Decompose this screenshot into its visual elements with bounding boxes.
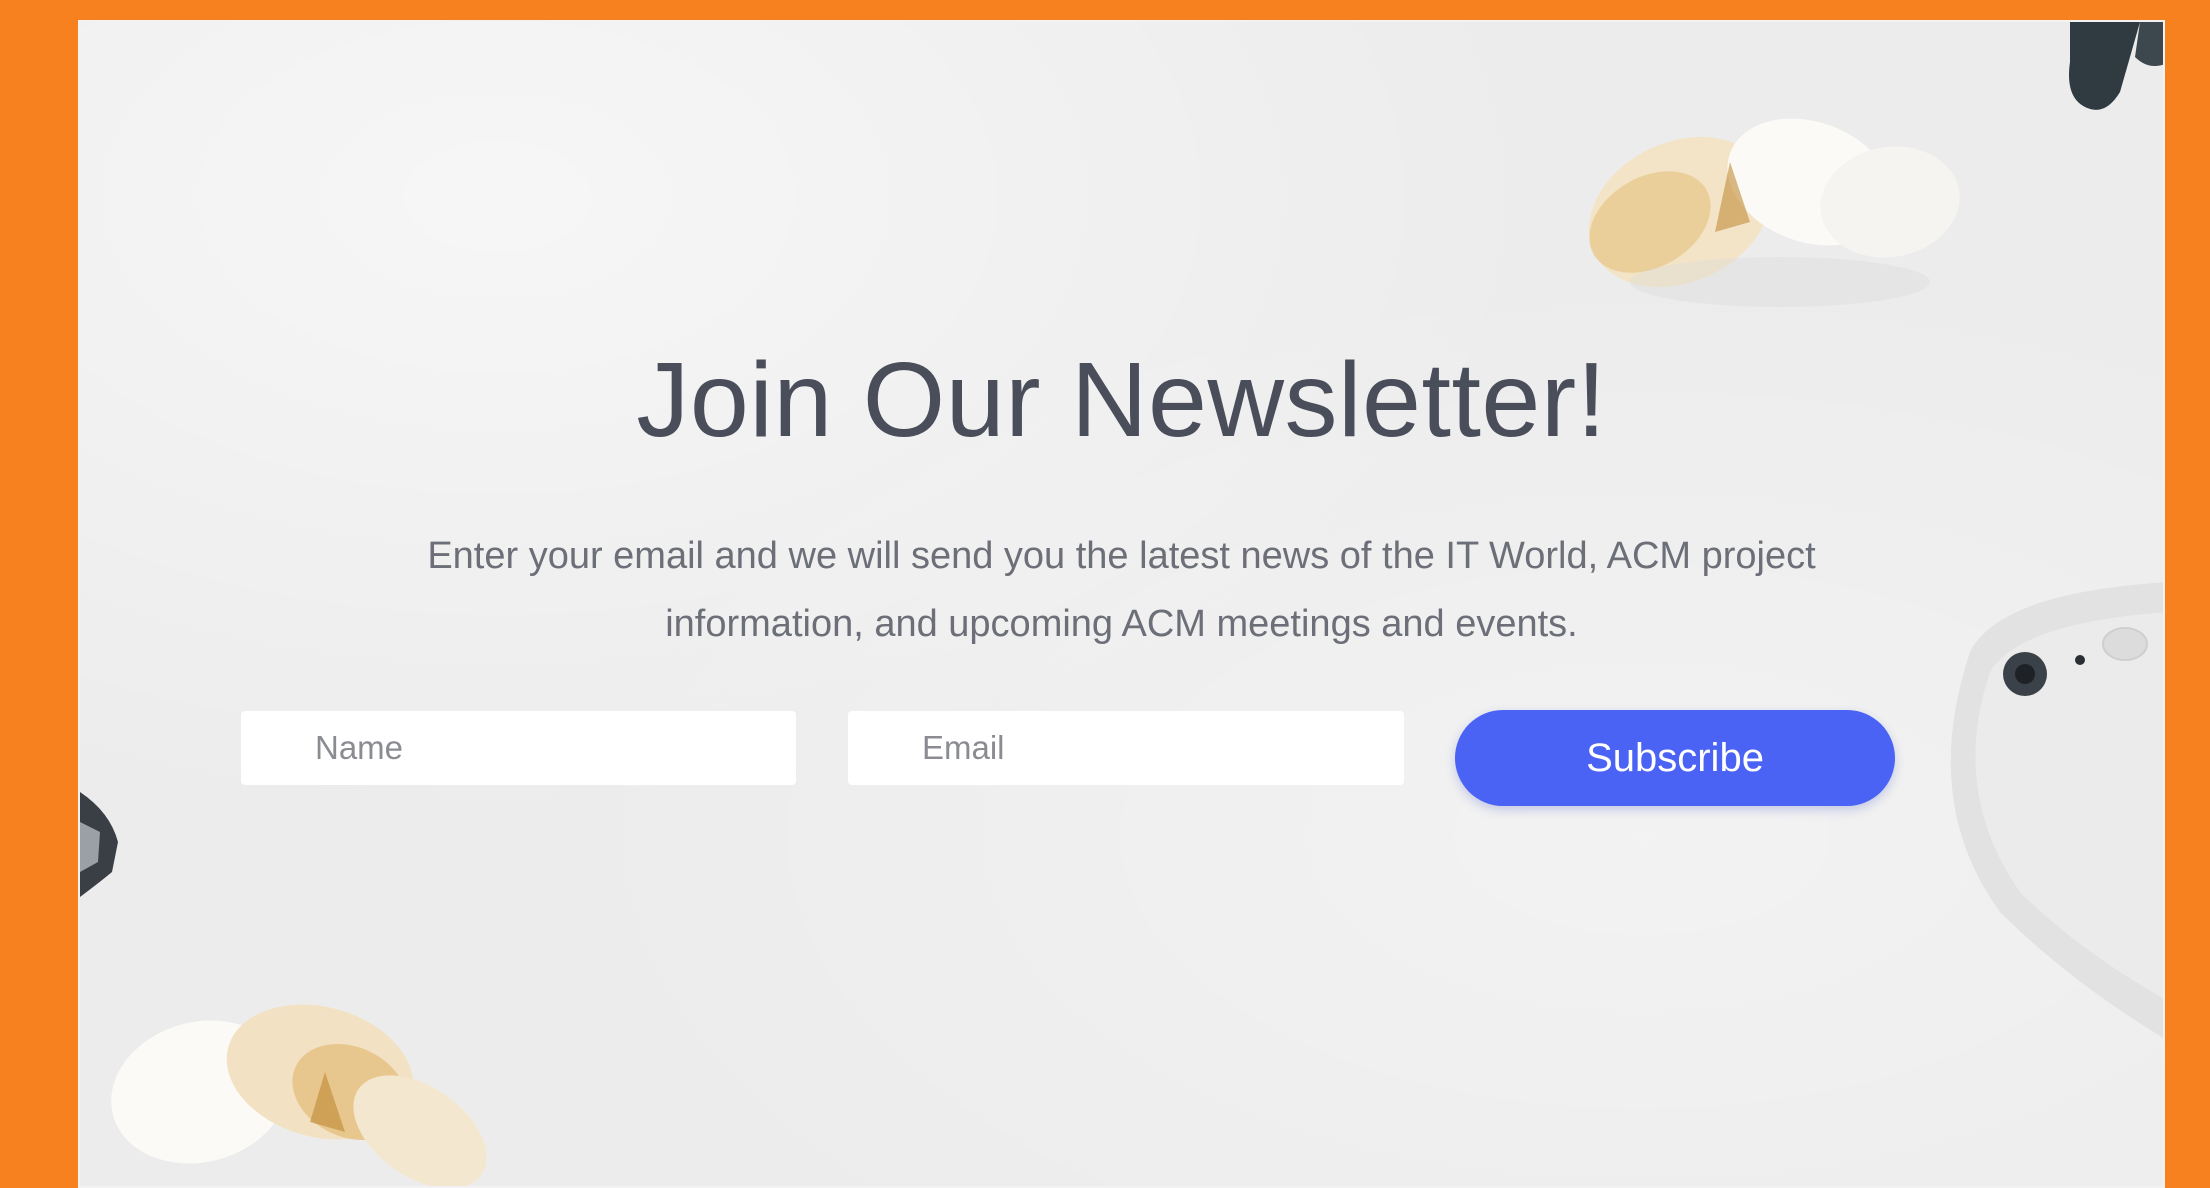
name-input[interactable]	[241, 711, 796, 785]
newsletter-title: Join Our Newsletter!	[636, 341, 1607, 459]
newsletter-content: Join Our Newsletter! Enter your email an…	[80, 22, 2163, 1186]
subscribe-button[interactable]: Subscribe	[1455, 710, 1895, 806]
newsletter-description: Enter your email and we will send you th…	[427, 535, 1816, 645]
newsletter-panel: Join Our Newsletter! Enter your email an…	[78, 20, 2165, 1188]
email-input[interactable]	[848, 711, 1404, 785]
